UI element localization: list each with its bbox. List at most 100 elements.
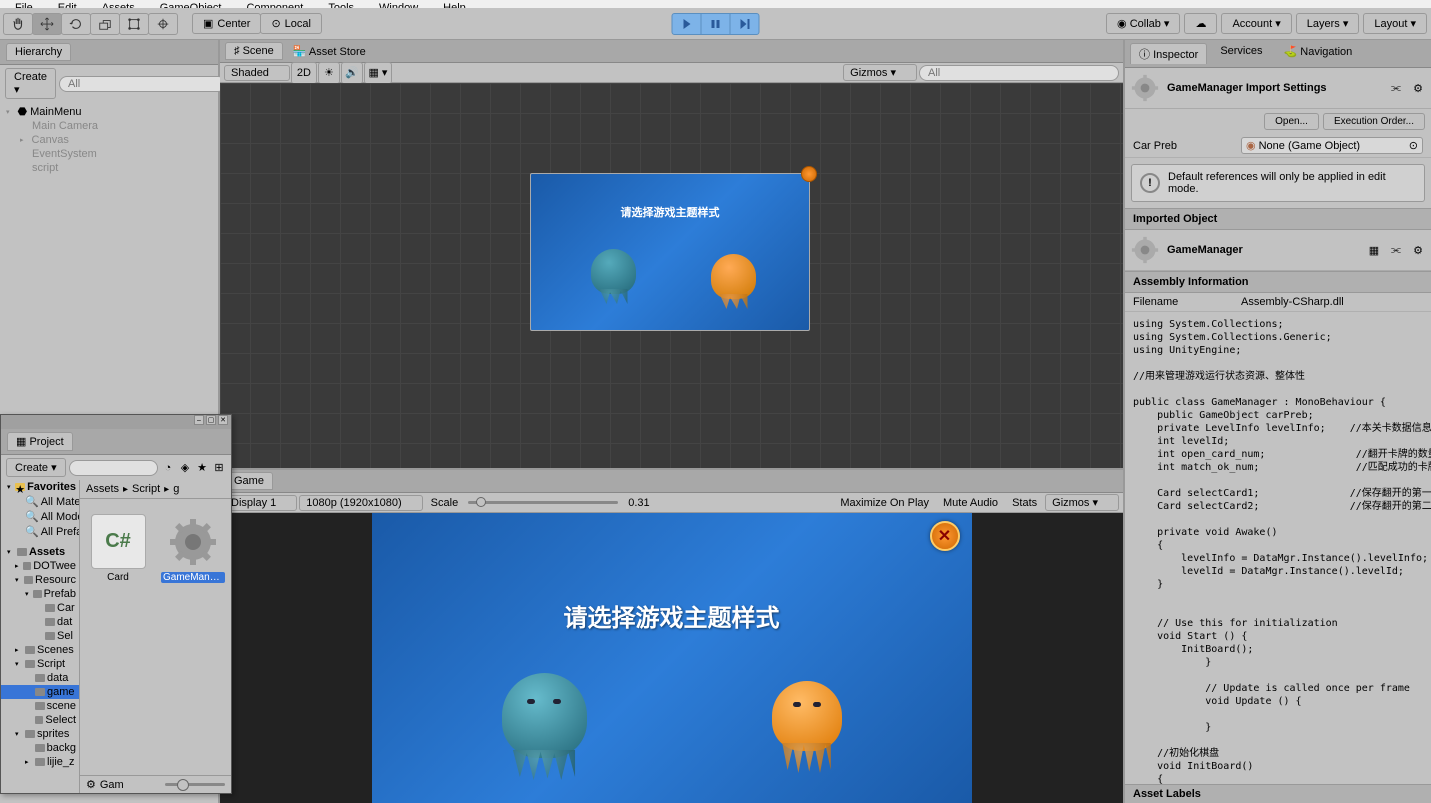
hierarchy-tab[interactable]: Hierarchy [6,43,71,61]
folder-item[interactable]: ▸lijie_z [1,755,79,769]
gizmos-dropdown[interactable]: Gizmos ▾ [843,64,917,81]
resolution-dropdown[interactable]: 1080p (1920x1080) [299,495,422,511]
folder-item[interactable]: ▾sprites [1,727,79,741]
inspector-title: GameManager Import Settings [1167,82,1381,94]
game-viewport: ✕ 请选择游戏主题样式 [220,513,1123,803]
settings-icon[interactable]: ⚙ [1411,243,1425,257]
help-icon[interactable]: ⫘ [1389,81,1403,95]
asset-store-tab[interactable]: 🏪 Asset Store [293,45,366,58]
search-filter-icon[interactable]: ◔ [161,461,175,475]
2d-toggle[interactable]: 2D [291,62,317,84]
folder-item[interactable]: data [1,671,79,685]
execution-order-button[interactable]: Execution Order... [1323,113,1425,130]
jellyfish-teal-button[interactable] [502,673,587,758]
transform-tool-button[interactable] [148,13,178,35]
assets-root[interactable]: ▾Assets [1,545,79,559]
audio-toggle[interactable]: 🔊 [341,62,363,84]
thumbnail-size-slider[interactable] [165,783,225,786]
local-icon: ⊙ [271,17,280,30]
game-close-button[interactable]: ✕ [930,521,960,551]
project-create-button[interactable]: Create ▾ [6,458,66,477]
folder-item[interactable]: ▾Resourc [1,573,79,587]
scene-search-input[interactable] [919,65,1119,81]
settings-icon[interactable]: ⚙ [1411,81,1425,95]
lighting-toggle[interactable]: ☀ [318,62,340,84]
services-tab[interactable]: Services [1212,43,1270,64]
navigation-tab[interactable]: ⛳ Navigation [1276,43,1361,64]
favorite-item[interactable]: 🔍 All Materi [1,494,79,509]
canvas-object[interactable]: 请选择游戏主题样式 [530,173,810,331]
search-label-icon[interactable]: ◈ [178,461,192,475]
favorite-item[interactable]: 🔍 All Mode [1,509,79,524]
jellyfish-orange-sprite[interactable] [711,254,756,299]
window-maximize-button[interactable]: ▢ [206,415,216,425]
collab-button[interactable]: ◉ Collab ▾ [1106,13,1180,34]
project-folder-tree: ▾★Favorites 🔍 All Materi 🔍 All Mode 🔍 Al… [1,480,80,793]
scene-viewport[interactable]: 请选择游戏主题样式 [220,83,1123,468]
search-star-icon[interactable]: ★ [195,461,209,475]
stats-toggle[interactable]: Stats [1006,497,1043,509]
folder-item[interactable]: ▾Script [1,657,79,671]
folder-item[interactable]: ▸Scenes [1,643,79,657]
folder-item[interactable]: Car [1,601,79,615]
scene-root[interactable]: ⬣MainMenu [0,104,218,119]
folder-item[interactable]: ▾Prefab [1,587,79,601]
prefab-icon[interactable]: ▦ [1367,243,1381,257]
folder-item[interactable]: scene [1,699,79,713]
folder-item[interactable]: dat [1,615,79,629]
hierarchy-item[interactable]: EventSystem [0,147,218,161]
rect-tool-button[interactable] [119,13,149,35]
layers-button[interactable]: Layers ▾ [1296,13,1360,34]
step-button[interactable] [729,13,759,35]
help-icon[interactable]: ⫘ [1389,243,1403,257]
folder-item-selected[interactable]: game [1,685,79,699]
maximize-toggle[interactable]: Maximize On Play [834,497,935,509]
folder-item[interactable]: backg [1,741,79,755]
display-dropdown[interactable]: Display 1 [224,495,297,511]
pause-button[interactable] [700,13,730,35]
hierarchy-item[interactable]: script [0,161,218,175]
shading-dropdown[interactable]: Shaded [224,65,290,81]
folder-item[interactable]: ▸DOTwee [1,559,79,573]
move-tool-button[interactable] [32,13,62,35]
asset-item-gamemanager[interactable]: GameMana... [163,514,223,583]
fx-toggle[interactable]: ▦ ▾ [364,62,392,84]
hierarchy-item[interactable]: Canvas [0,133,218,147]
car-preb-field[interactable]: ◉None (Game Object)⊙ [1241,137,1423,154]
mute-toggle[interactable]: Mute Audio [937,497,1004,509]
close-button-object[interactable] [801,166,817,182]
layout-button[interactable]: Layout ▾ [1363,13,1427,34]
account-button[interactable]: Account ▾ [1221,13,1291,34]
breadcrumb-item[interactable]: Script [132,483,160,495]
hand-tool-button[interactable] [3,13,33,35]
project-search-input[interactable] [69,460,158,476]
folder-item[interactable]: Select [1,713,79,727]
window-minimize-button[interactable]: – [194,415,204,425]
project-tab[interactable]: ▦ Project [7,432,73,451]
hierarchy-create-button[interactable]: Create ▾ [5,68,56,99]
jellyfish-orange-button[interactable] [772,681,842,751]
asset-item-card[interactable]: C# Card [88,514,148,583]
window-close-button[interactable]: ✕ [218,415,228,425]
folder-item[interactable]: Sel [1,629,79,643]
jellyfish-teal-sprite[interactable] [591,249,636,294]
play-button[interactable] [671,13,701,35]
game-gizmos-dropdown[interactable]: Gizmos ▾ [1045,494,1119,511]
hierarchy-item[interactable]: Main Camera [0,119,218,133]
inspector-tab[interactable]: ⓘ Inspector [1130,43,1207,64]
scale-tool-button[interactable] [90,13,120,35]
rotate-tool-button[interactable] [61,13,91,35]
save-search-icon[interactable]: ⊞ [212,461,226,475]
breadcrumb-item[interactable]: g [173,483,179,495]
cloud-button[interactable]: ☁ [1184,13,1217,34]
favorite-item[interactable]: 🔍 All Prefa [1,524,79,539]
open-button[interactable]: Open... [1264,113,1319,130]
scale-slider[interactable] [468,501,618,504]
scene-tab[interactable]: ♯ Scene [225,42,283,60]
breadcrumb-item[interactable]: Assets [86,483,119,495]
favorites-header[interactable]: ▾★Favorites [1,480,79,494]
game-tab[interactable]: Game [225,472,273,490]
pivot-center-button[interactable]: ▣Center [192,13,261,34]
hierarchy-search-input[interactable] [59,76,226,92]
pivot-local-button[interactable]: ⊙Local [260,13,322,34]
